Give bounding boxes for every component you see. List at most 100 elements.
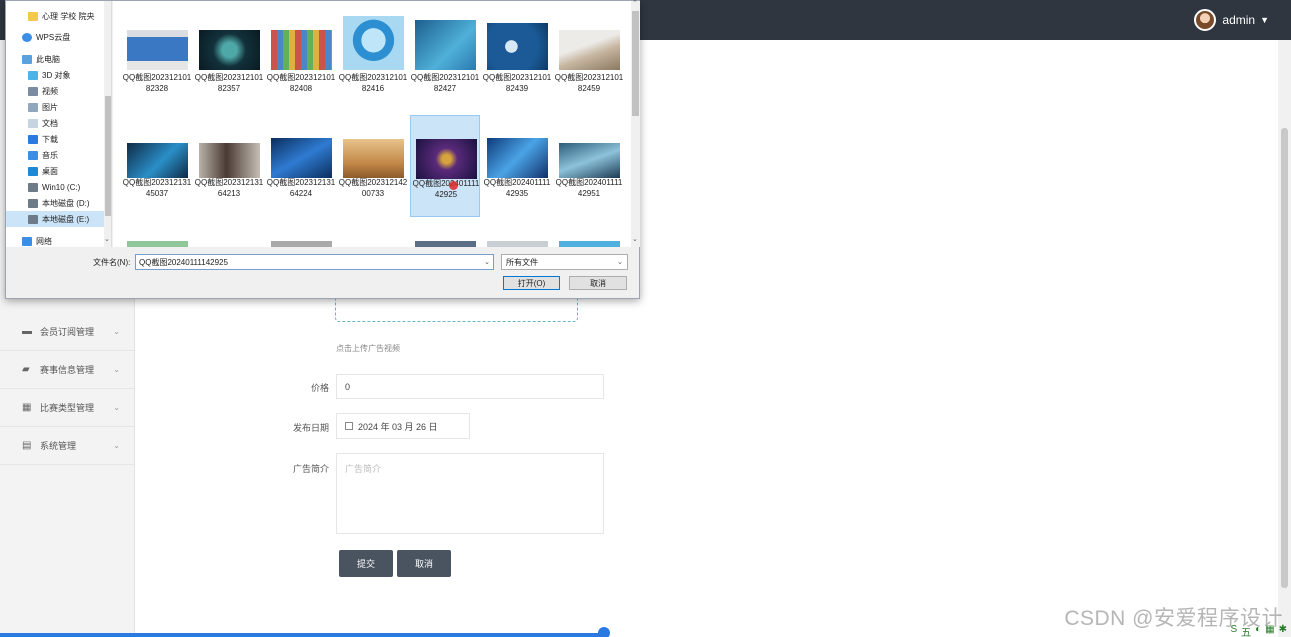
music-icon	[28, 150, 38, 160]
scrollbar-thumb[interactable]	[632, 11, 639, 116]
file-item[interactable]: QQ截图20240111142951	[554, 115, 624, 217]
user-menu[interactable]: admin ▼	[1194, 9, 1269, 31]
sidebar-item-label: 会员订阅管理	[40, 327, 95, 337]
nav-item-drive-d[interactable]: 本地磁盘 (D:)	[6, 195, 104, 211]
checkbox-icon[interactable]	[345, 422, 353, 430]
submit-button[interactable]: 提交	[339, 550, 393, 577]
nav-item-label: Win10 (C:)	[42, 182, 81, 192]
date-picker[interactable]: 2024 年 03 月 26 日	[336, 413, 470, 439]
file-item[interactable]: QQ截图20231213145037	[122, 115, 192, 217]
scrollbar-thumb[interactable]	[105, 96, 111, 216]
filetype-select[interactable]: 所有文件 ⌄	[501, 254, 628, 270]
sidebar-item-match-type[interactable]: ▦ 比赛类型管理 ⌄	[0, 389, 134, 427]
nav-item-drive-e[interactable]: 本地磁盘 (E:)	[6, 211, 104, 227]
moon-icon[interactable]: ◐	[1255, 624, 1261, 637]
nav-item-label: 桌面	[42, 166, 58, 176]
file-name: QQ截图20231210182357	[194, 73, 264, 93]
price-input[interactable]: 0	[336, 374, 604, 399]
taskbar-tray: S 五 ◐ ▦ ✱	[1230, 624, 1287, 637]
image-thumbnail	[559, 30, 620, 70]
nav-item-pictures[interactable]: 图片	[6, 99, 104, 115]
username[interactable]: admin	[1222, 13, 1255, 27]
nav-item-label: 网络	[36, 236, 52, 246]
file-item[interactable]: QQ截图20231210182459	[554, 10, 624, 112]
cancel-button[interactable]: 取消	[397, 550, 451, 577]
nav-item-this-pc[interactable]: 此电脑	[6, 51, 104, 67]
nav-item-network[interactable]: 网络	[6, 233, 104, 247]
filename-input[interactable]: QQ截图20240111142925 ⌄	[135, 254, 494, 270]
sidebar-item-event-info[interactable]: ▰ 赛事信息管理 ⌄	[0, 351, 134, 389]
briefcase-icon: ▬	[22, 325, 32, 337]
file-item[interactable]: QQ截图20231210182416	[338, 10, 408, 112]
file-item[interactable]: QQ截图20231210182357	[194, 10, 264, 112]
chevron-down-icon: ⌄	[113, 441, 120, 450]
network-icon	[22, 236, 32, 246]
file-name: QQ截图20240111142951	[555, 178, 623, 198]
cloud-icon	[22, 32, 32, 42]
file-name: QQ截图20231210182408	[266, 73, 336, 93]
page-scrollbar[interactable]	[1278, 40, 1291, 637]
chevron-down-icon: ⌄	[113, 365, 120, 374]
image-thumbnail	[559, 241, 620, 247]
grid-icon: ▦	[22, 401, 32, 413]
nav-item-documents[interactable]: 文档	[6, 115, 104, 131]
nav-item-label: 文档	[42, 118, 58, 128]
sidebar-item-member-subscription[interactable]: ▬ 会员订阅管理 ⌄	[0, 313, 134, 351]
video-icon	[28, 86, 38, 96]
sidebar-item-system[interactable]: ▤ 系统管理 ⌄	[0, 427, 134, 465]
scroll-down-icon[interactable]: ⌄	[632, 235, 638, 243]
nav-item-label: WPS云盘	[36, 32, 71, 42]
avatar[interactable]	[1194, 9, 1217, 31]
chevron-down-icon[interactable]: ⌄	[617, 258, 623, 266]
file-item-selected[interactable]: QQ截图20240111142925	[410, 115, 480, 217]
file-name: QQ截图20231210182427	[410, 73, 480, 93]
nav-item-downloads[interactable]: 下载	[6, 131, 104, 147]
scrollbar-thumb[interactable]	[1281, 128, 1288, 588]
file-item[interactable]: QQ截图20231213164224	[266, 115, 336, 217]
nav-item-folder[interactable]: 心理 学校 院央	[6, 8, 104, 24]
nav-item-3d-objects[interactable]: 3D 对象	[6, 67, 104, 83]
file-item[interactable]: QQ截图20231210182439	[482, 10, 552, 112]
open-button[interactable]: 打开(O)	[503, 276, 560, 290]
settings-icon[interactable]: ✱	[1279, 624, 1287, 637]
chevron-down-icon[interactable]: ⌄	[484, 258, 490, 266]
intro-textarea[interactable]: 广告简介	[336, 453, 604, 534]
date-value: 2024 年 03 月 26 日	[358, 421, 438, 432]
dialog-cancel-button[interactable]: 取消	[569, 276, 627, 290]
file-name: QQ截图20231210182328	[122, 73, 192, 93]
drive-icon	[28, 214, 38, 224]
nav-item-drive-c[interactable]: Win10 (C:)	[6, 179, 104, 195]
ime-icon[interactable]: S	[1230, 624, 1237, 637]
caret-down-icon[interactable]: ▼	[1260, 15, 1269, 25]
nav-scrollbar[interactable]: ⌄	[104, 1, 111, 247]
nav-item-videos[interactable]: 视频	[6, 83, 104, 99]
image-thumbnail	[127, 30, 188, 70]
image-thumbnail	[199, 30, 260, 70]
file-name: QQ截图20240111142935	[483, 178, 551, 198]
nav-item-label: 3D 对象	[42, 70, 71, 80]
intro-label: 广告简介	[292, 464, 329, 474]
file-name: QQ截图20231214200733	[338, 178, 408, 198]
nav-item-desktop[interactable]: 桌面	[6, 163, 104, 179]
file-item[interactable]: QQ截图20231210182408	[266, 10, 336, 112]
download-icon	[28, 134, 38, 144]
mouse-cursor-icon	[449, 181, 458, 190]
file-list-scrollbar[interactable]: ⌃ ⌄	[631, 0, 640, 247]
nav-item-wps-cloud[interactable]: WPS云盘	[6, 29, 104, 45]
file-item[interactable]: QQ截图20231210182427	[410, 10, 480, 112]
image-thumbnail	[271, 138, 332, 178]
file-item[interactable]: QQ截图20231213164213	[194, 115, 264, 217]
upload-tip: 点击上传广告视频	[336, 344, 400, 353]
file-item[interactable]: QQ截图20240111142935	[482, 115, 552, 217]
file-item[interactable]: QQ截图20231210182328	[122, 10, 192, 112]
folder-icon	[28, 11, 38, 21]
file-name: QQ截图20231210182439	[482, 73, 552, 93]
ime-mode[interactable]: 五	[1241, 624, 1251, 637]
scroll-up-icon[interactable]: ⌃	[632, 0, 638, 7]
keyboard-icon[interactable]: ▦	[1265, 624, 1274, 637]
nav-item-music[interactable]: 音乐	[6, 147, 104, 163]
file-item[interactable]: QQ截图20231214200733	[338, 115, 408, 217]
progress-handle[interactable]	[598, 627, 610, 637]
image-thumbnail	[487, 241, 548, 247]
scroll-down-icon[interactable]: ⌄	[104, 235, 110, 243]
